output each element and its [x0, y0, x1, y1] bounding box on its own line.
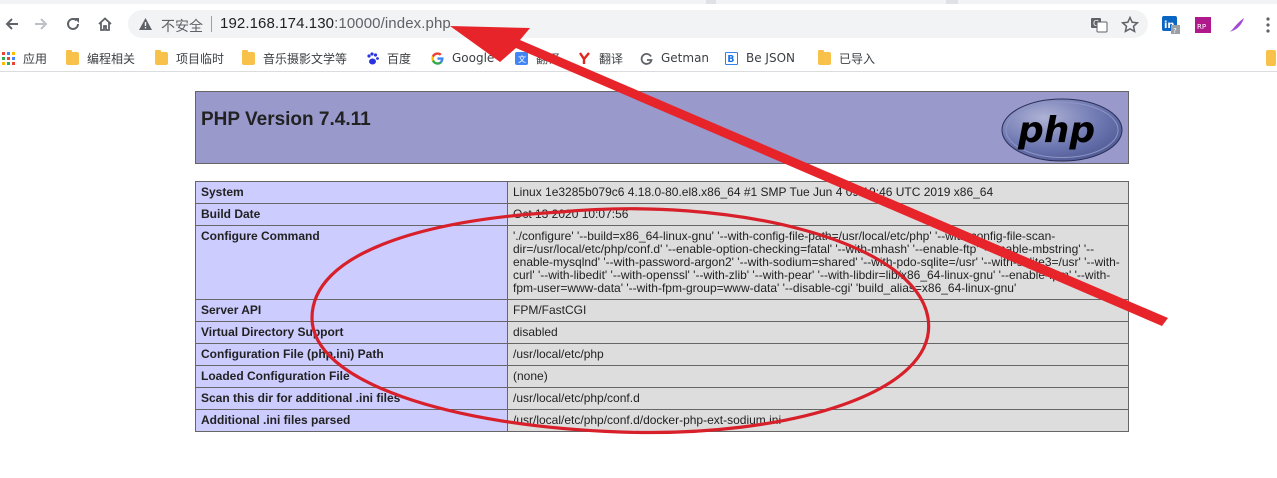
reload-button[interactable] — [61, 12, 85, 36]
row-key: Loaded Configuration File — [195, 365, 508, 388]
svg-text:文: 文 — [518, 54, 526, 64]
php-header: PHP Version 7.4.11 php — [195, 91, 1129, 164]
rp-extension-icon[interactable]: RP — [1195, 16, 1213, 34]
forward-button[interactable] — [29, 12, 53, 36]
table-row: Server API FPM/FastCGI — [195, 299, 1129, 322]
translate-icon: 文 — [515, 51, 528, 65]
bookmark-baidu[interactable]: 百度 — [366, 49, 411, 67]
bookmark-folder-music[interactable]: 音乐摄影文学等 — [242, 49, 347, 67]
table-row: Configure Command './configure' '--build… — [195, 225, 1129, 300]
folder-icon — [66, 49, 79, 65]
browser-toolbar: 不安全 192.168.174.130:10000/index.php G in… — [0, 4, 1277, 44]
row-value: /usr/local/etc/php/conf.d/docker-php-ext… — [507, 409, 1129, 432]
php-logo[interactable]: php — [1001, 98, 1123, 162]
url-host: 192.168.174.130 — [220, 15, 335, 32]
row-value: Linux 1e3285b079c6 4.18.0-80.el8.x86_64 … — [507, 181, 1129, 204]
url-text[interactable]: 192.168.174.130:10000/index.php — [220, 15, 451, 32]
bookmark-bejson[interactable]: B Be JSON — [725, 49, 795, 67]
bookmark-label: Getman — [661, 51, 710, 65]
address-bar[interactable]: 不安全 192.168.174.130:10000/index.php G — [128, 10, 1148, 38]
bookmark-folder-programming[interactable]: 编程相关 — [66, 49, 135, 67]
warning-icon[interactable] — [138, 17, 153, 31]
home-button[interactable] — [93, 12, 117, 36]
table-row: Loaded Configuration File (none) — [195, 365, 1129, 388]
google-icon — [431, 51, 444, 65]
table-row: Configuration File (php.ini) Path /usr/l… — [195, 343, 1129, 366]
row-key: Build Date — [195, 203, 508, 226]
bookmark-label: 翻译 — [599, 51, 624, 66]
row-key: System — [195, 181, 508, 204]
forward-icon — [35, 18, 48, 30]
bookmark-translate[interactable]: 文 翻译 — [515, 49, 560, 67]
bookmark-label: 项目临时 — [176, 51, 225, 66]
bookmark-folder-imported[interactable]: 已导入 — [818, 49, 875, 67]
row-value: FPM/FastCGI — [507, 299, 1129, 322]
table-row: Scan this dir for additional .ini files … — [195, 387, 1129, 410]
bookmark-apps[interactable]: 应用 — [2, 49, 47, 67]
phpinfo-table: System Linux 1e3285b079c6 4.18.0-80.el8.… — [195, 181, 1129, 432]
bookmark-label: Google — [452, 51, 495, 65]
row-value: /usr/local/etc/php/conf.d — [507, 387, 1129, 410]
menu-dots-icon[interactable] — [1259, 16, 1277, 34]
omnibox-divider — [211, 16, 212, 32]
svg-text:RP: RP — [1197, 23, 1206, 31]
linkedin-extension-icon[interactable]: in? — [1162, 16, 1180, 34]
translate-icon[interactable]: G — [1090, 16, 1108, 34]
row-key: Scan this dir for additional .ini files — [195, 387, 508, 410]
security-label[interactable]: 不安全 — [161, 16, 203, 36]
star-icon[interactable] — [1121, 16, 1139, 34]
bookmark-overflow-folder-icon[interactable] — [1266, 50, 1276, 66]
bookmark-label: 应用 — [23, 51, 48, 66]
row-key: Virtual Directory Support — [195, 321, 508, 344]
baidu-paw-icon — [367, 51, 379, 64]
row-value: Oct 13 2020 10:07:56 — [507, 203, 1129, 226]
svg-text:?: ? — [1173, 27, 1177, 34]
url-path: :10000/index.php — [334, 15, 451, 32]
row-value: disabled — [507, 321, 1129, 344]
home-icon — [98, 17, 112, 31]
svg-text:B: B — [727, 54, 734, 65]
feather-extension-icon[interactable] — [1228, 16, 1246, 34]
table-row: Build Date Oct 13 2020 10:07:56 — [195, 203, 1129, 226]
bookmark-google[interactable]: Google — [431, 49, 494, 67]
table-row: Virtual Directory Support disabled — [195, 321, 1129, 344]
row-key: Configuration File (php.ini) Path — [195, 343, 508, 366]
row-key: Configure Command — [195, 225, 508, 300]
back-button[interactable] — [0, 12, 24, 36]
page-title: PHP Version 7.4.11 — [201, 109, 371, 130]
row-key: Additional .ini files parsed — [195, 409, 508, 432]
bookmark-getman[interactable]: Getman — [640, 49, 709, 67]
table-row: Additional .ini files parsed /usr/local/… — [195, 409, 1129, 432]
bookmark-label: 音乐摄影文学等 — [263, 51, 348, 66]
bookmark-label: 翻译 — [536, 51, 561, 66]
bookmark-folder-projects[interactable]: 项目临时 — [155, 49, 224, 67]
php-logo-text: php — [1017, 110, 1095, 151]
folder-icon — [242, 49, 255, 65]
table-row: System Linux 1e3285b079c6 4.18.0-80.el8.… — [195, 181, 1129, 204]
bookmark-label: 百度 — [387, 51, 412, 66]
row-value: /usr/local/etc/php — [507, 343, 1129, 366]
bookmark-label: 已导入 — [839, 51, 876, 66]
folder-icon — [155, 49, 168, 65]
bookmark-label: 编程相关 — [87, 51, 136, 66]
row-key: Server API — [195, 299, 508, 322]
row-value: './configure' '--build=x86_64-linux-gnu'… — [507, 225, 1129, 300]
bookmark-label: Be JSON — [746, 51, 796, 65]
apps-grid-icon — [2, 51, 15, 65]
bookmarks-bar: 应用 编程相关 项目临时 音乐摄影文学等 百度 Google 文 翻译 翻译 G… — [0, 44, 1277, 72]
youdao-icon — [579, 51, 590, 64]
row-value: (none) — [507, 365, 1129, 388]
reload-icon — [67, 17, 79, 30]
bejson-icon: B — [725, 51, 738, 65]
bookmark-youdao[interactable]: 翻译 — [578, 49, 623, 67]
folder-icon — [818, 49, 831, 65]
g-icon — [640, 52, 653, 65]
back-icon — [5, 18, 18, 30]
